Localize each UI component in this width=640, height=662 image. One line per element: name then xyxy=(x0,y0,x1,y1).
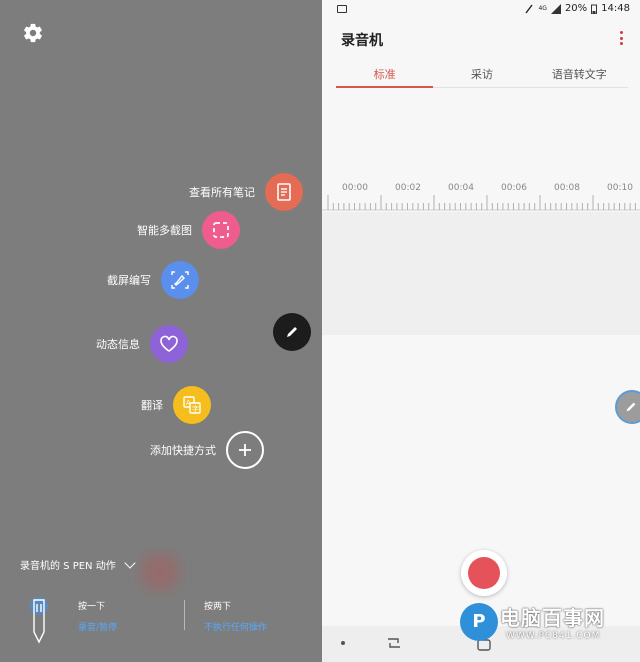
plus-icon xyxy=(226,431,264,469)
watermark-text: 电脑百事网 xyxy=(500,606,605,630)
press-twice-value: 不执行任何操作 xyxy=(204,623,268,633)
time-label: 00:10 xyxy=(607,183,633,193)
spen-pen-icon xyxy=(30,597,48,644)
add-shortcut-button[interactable]: 添加快捷方式 xyxy=(150,431,264,469)
air-command-edge-button[interactable] xyxy=(615,390,640,424)
waveform-area xyxy=(322,212,640,335)
notes-icon xyxy=(265,173,303,211)
battery-icon xyxy=(591,4,598,14)
menu-item-view-notes[interactable]: 查看所有笔记 xyxy=(189,173,303,211)
svg-text:字: 字 xyxy=(192,404,199,413)
menu-label: 动态信息 xyxy=(96,338,140,351)
spen-air-command-panel: 查看所有笔记 智能多截图 截屏编写 动态信息 翻译 A字 添加快捷方式 录音机的… xyxy=(0,0,322,662)
battery-percent: 20% xyxy=(564,3,588,14)
app-title: 录音机 xyxy=(341,33,383,49)
pen-icon xyxy=(626,402,636,412)
menu-label: 截屏编写 xyxy=(107,274,151,287)
status-bar: 4G 20% 14:48 xyxy=(322,0,640,20)
record-button[interactable] xyxy=(461,550,507,596)
time-label: 00:08 xyxy=(554,183,580,193)
press-once-value: 录音/暂停 xyxy=(78,623,118,633)
record-dot-icon xyxy=(468,557,500,589)
network-type: 4G xyxy=(538,5,547,12)
menu-item-screen-write[interactable]: 截屏编写 xyxy=(107,261,199,299)
smart-select-icon xyxy=(202,211,240,249)
menu-item-translate[interactable]: 翻译 A字 xyxy=(141,386,211,424)
watermark-url: WWW.PC841.COM xyxy=(506,631,601,641)
menu-label: 智能多截图 xyxy=(137,224,192,237)
tab-standard[interactable]: 标准 xyxy=(336,60,434,88)
menu-label: 查看所有笔记 xyxy=(189,186,255,199)
press-twice-title: 按两下 xyxy=(204,602,232,612)
more-options-icon[interactable] xyxy=(619,31,623,45)
translate-icon: A字 xyxy=(173,386,211,424)
recent-apps-icon[interactable] xyxy=(386,636,402,650)
mode-tabs: 标准 采访 语音转文字 xyxy=(336,60,628,88)
nav-dot-icon[interactable] xyxy=(340,640,346,646)
time-label: 00:02 xyxy=(395,183,421,193)
menu-label: 翻译 xyxy=(141,399,163,412)
menu-item-smart-select[interactable]: 智能多截图 xyxy=(137,211,240,249)
spen-status-icon xyxy=(525,4,534,13)
tab-speech-to-text[interactable]: 语音转文字 xyxy=(531,60,628,87)
menu-item-live-message[interactable]: 动态信息 xyxy=(96,325,188,363)
image-notification-icon xyxy=(337,5,347,13)
live-message-icon xyxy=(150,325,188,363)
time-label: 00:06 xyxy=(501,183,527,193)
watermark-logo-icon: P xyxy=(460,602,498,641)
chevron-down-icon xyxy=(124,556,136,569)
press-twice-action[interactable]: 按两下 不执行任何操作 xyxy=(204,599,267,633)
air-command-pen-button[interactable] xyxy=(273,313,311,351)
spen-actions-title: 录音机的 S PEN 动作 xyxy=(20,561,116,572)
signal-icon xyxy=(550,3,561,14)
pen-icon xyxy=(287,327,297,337)
voice-recorder-app: 4G 20% 14:48 录音机 标准 采访 语音转文字 00:00 00:02… xyxy=(322,0,640,662)
spen-actions-header[interactable]: 录音机的 S PEN 动作 xyxy=(20,556,136,572)
time-ruler xyxy=(322,195,640,211)
time-label: 00:04 xyxy=(448,183,474,193)
add-shortcut-label: 添加快捷方式 xyxy=(150,444,216,457)
blurred-record-button xyxy=(140,552,180,592)
press-once-action[interactable]: 按一下 录音/暂停 xyxy=(78,599,117,633)
screen-write-icon xyxy=(161,261,199,299)
time-label: 00:00 xyxy=(342,183,368,193)
press-once-title: 按一下 xyxy=(78,602,106,612)
settings-gear-icon[interactable] xyxy=(22,22,44,44)
tab-interview[interactable]: 采访 xyxy=(433,60,530,87)
svg-text:A: A xyxy=(186,399,191,407)
watermark-logo: P 电脑百事网 WWW.PC841.COM xyxy=(460,602,605,641)
divider xyxy=(184,600,185,630)
clock: 14:48 xyxy=(601,3,630,14)
